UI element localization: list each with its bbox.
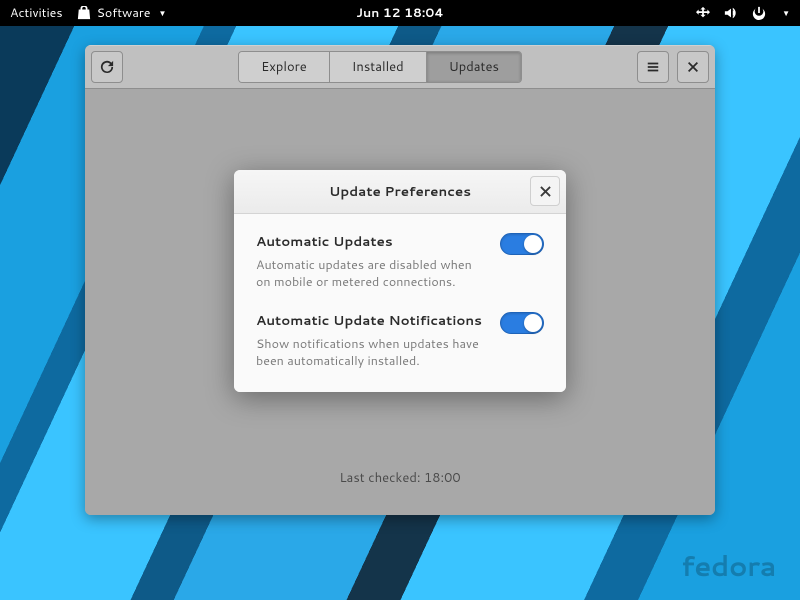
dialog-title: Update Preferences — [329, 182, 471, 201]
pref-description: Automatic updates are disabled when on m… — [256, 257, 484, 291]
tab-installed[interactable]: Installed — [330, 52, 427, 82]
dialog-body: Automatic Updates Automatic updates are … — [234, 214, 566, 392]
pref-automatic-update-notifications: Automatic Update Notifications Show noti… — [256, 311, 544, 370]
window-close-button[interactable] — [677, 51, 709, 83]
dialog-close-button[interactable] — [530, 176, 560, 206]
hamburger-icon — [646, 60, 660, 74]
dialog-header: Update Preferences — [234, 170, 566, 214]
activities-button[interactable]: Activities — [10, 4, 63, 22]
update-preferences-dialog: Update Preferences Automatic Updates Aut… — [234, 170, 566, 392]
headerbar: Explore Installed Updates — [85, 45, 715, 89]
automatic-updates-switch[interactable] — [500, 233, 544, 255]
power-icon — [752, 6, 766, 20]
network-icon — [696, 6, 710, 20]
app-menu-label: Software — [97, 4, 151, 22]
pref-title: Automatic Updates — [256, 232, 484, 251]
chevron-down-icon: ▼ — [782, 7, 790, 19]
tab-updates[interactable]: Updates — [427, 52, 521, 82]
fedora-wordmark: fedora — [681, 546, 776, 586]
hamburger-menu-button[interactable] — [637, 51, 669, 83]
clock[interactable]: Jun 12 18:04 — [356, 4, 444, 22]
shopping-bag-icon — [77, 6, 91, 20]
chevron-down-icon: ▼ — [158, 7, 166, 19]
volume-icon — [724, 6, 738, 20]
close-icon — [686, 60, 700, 74]
view-switcher: Explore Installed Updates — [238, 51, 522, 83]
close-icon — [540, 186, 551, 197]
tab-explore[interactable]: Explore — [239, 52, 330, 82]
pref-automatic-updates: Automatic Updates Automatic updates are … — [256, 232, 544, 291]
last-checked-label: Last checked: 18:00 — [339, 469, 460, 487]
automatic-update-notifications-switch[interactable] — [500, 312, 544, 334]
app-menu[interactable]: Software ▼ — [77, 4, 167, 22]
gnome-top-bar: Activities Software ▼ Jun 12 18:04 ▼ — [0, 0, 800, 26]
system-status-area[interactable]: ▼ — [696, 6, 790, 20]
refresh-icon — [100, 60, 114, 74]
pref-title: Automatic Update Notifications — [256, 311, 484, 330]
refresh-button[interactable] — [91, 51, 123, 83]
pref-description: Show notifications when updates have bee… — [256, 336, 484, 370]
